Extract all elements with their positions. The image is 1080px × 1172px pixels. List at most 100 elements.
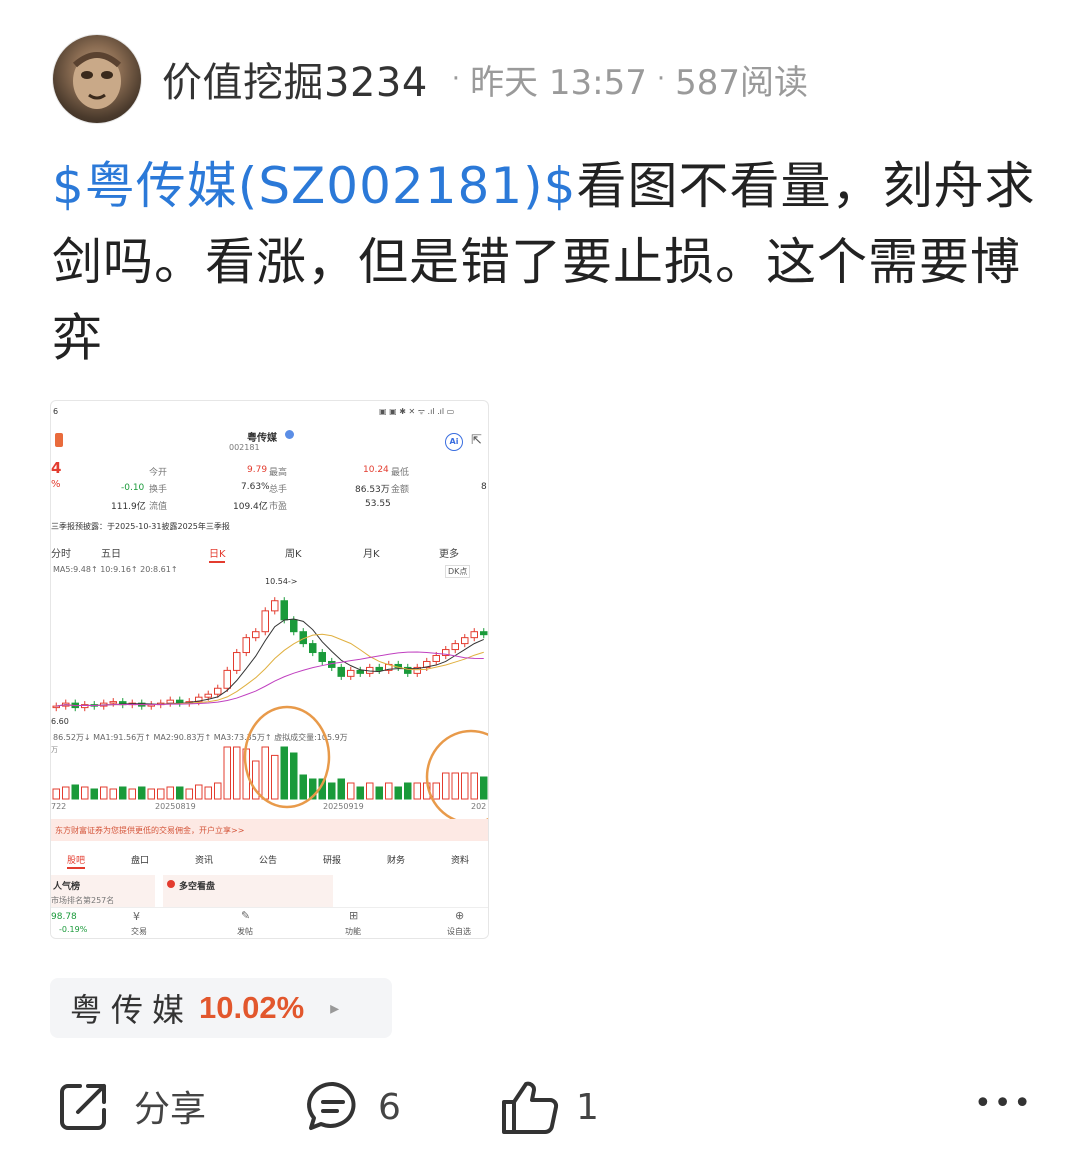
index-pct: -0.19% (59, 925, 88, 934)
duokong-label: 多空看盘 (179, 882, 216, 892)
price-change-pct: % (51, 479, 61, 490)
candle (204, 693, 212, 698)
grid-icon: ⊞ (349, 909, 359, 922)
action-bar: 分享 6 1 ••• (0, 1070, 1080, 1150)
tab-guba[interactable]: 股吧 (67, 853, 85, 866)
candle (309, 643, 317, 654)
like-button[interactable]: 1 (500, 1078, 599, 1136)
nav-trade[interactable]: 交易 (131, 926, 147, 937)
tab-caiwu[interactable]: 财务 (387, 853, 405, 866)
high-value: 10.24 (363, 465, 389, 475)
change-value: -0.10 (121, 483, 145, 493)
candle (280, 600, 288, 621)
float-mv-label: 流值 (149, 502, 168, 512)
active-tab-indicator (67, 867, 85, 869)
last-price: 4 (51, 459, 62, 477)
ma-legend: MA5:9.48↑ 10:9.16↑ 20:8.61↑ (53, 565, 178, 574)
active-tab-indicator (209, 561, 225, 563)
tab-rik[interactable]: 日K (209, 545, 226, 560)
tab-yuek[interactable]: 月K (363, 545, 380, 560)
volume-label: 总手 (269, 485, 288, 495)
like-count: 1 (576, 1086, 599, 1128)
more-icon: ••• (974, 1086, 1034, 1121)
candle (375, 666, 383, 671)
share-button[interactable]: 分享 (56, 1078, 206, 1134)
comment-count: 6 (378, 1086, 401, 1128)
comment-button[interactable]: 6 (304, 1078, 401, 1136)
tab-gonggao[interactable]: 公告 (259, 853, 277, 866)
float-mv-value: 111.9亿 (111, 502, 146, 512)
dk-button[interactable]: DK点 (445, 565, 471, 578)
tab-pankou[interactable]: 盘口 (131, 853, 149, 866)
candle (337, 666, 345, 677)
amount-label: 金额 (391, 485, 410, 495)
peak-price-label: 10.54-> (265, 577, 298, 586)
read-count: 587阅读 (675, 62, 809, 103)
open-label: 今开 (149, 468, 168, 478)
avatar[interactable] (52, 34, 142, 124)
candle (223, 669, 231, 689)
candle (233, 652, 241, 671)
post-image[interactable]: 6 ▣ ▣ ✱ ✕ ᯤ .ıl .ıl ▭ 粤传媒 002181 Ai ⇱ 4 … (50, 400, 489, 939)
duokong-card[interactable]: 多空看盘 (163, 875, 333, 907)
ad-banner[interactable]: 东方财富证券为您提供更低的交易佣金，开户立享>> (51, 819, 488, 841)
thumbs-up-icon (502, 1081, 559, 1135)
candle (271, 600, 279, 612)
candle (252, 631, 260, 639)
stock-tag[interactable]: 粤传媒 10.02% ▸ (50, 978, 392, 1038)
tab-zhouk[interactable]: 周K (285, 545, 302, 560)
candle (214, 687, 222, 695)
compose-icon: ✎ (241, 909, 251, 922)
tab-zixun[interactable]: 资讯 (195, 853, 213, 866)
tab-yanbao[interactable]: 研报 (323, 853, 341, 866)
pe-label: 市盈 (269, 502, 288, 512)
nav-function[interactable]: 功能 (345, 926, 361, 937)
stock-link[interactable]: $粤传媒(SZ002181)$ (52, 157, 577, 215)
candle (461, 637, 469, 645)
annotation-circles (243, 705, 488, 825)
stock-code: 002181 (229, 443, 260, 452)
add-watch-icon: ⊕ (455, 909, 465, 922)
amount-value: 8 (481, 482, 487, 492)
tab-wuri[interactable]: 五日 (101, 545, 121, 560)
share-icon[interactable]: ⇱ (471, 433, 482, 448)
more-button[interactable]: ••• (974, 1086, 1033, 1121)
stock-tag-name: 粤传媒 (70, 991, 194, 1029)
ma5-line (56, 618, 484, 707)
post-time: 昨天 13:57 (470, 62, 647, 103)
author-name[interactable]: 价值挖掘3234 (162, 50, 428, 108)
candle (451, 643, 459, 651)
play-arrow-icon: ▸ (330, 997, 340, 1019)
annotation-circle-left (243, 705, 331, 809)
trade-icon: ¥ (133, 910, 140, 923)
report-notice[interactable]: 三季报预披露：于2025-10-31披露2025年三季报 (51, 521, 230, 532)
app-logo-icon[interactable] (55, 433, 63, 447)
candle (470, 631, 478, 639)
stock-title: 粤传媒 (247, 433, 277, 444)
ma20-line (56, 651, 484, 707)
nav-add-watch[interactable]: 设自选 (447, 926, 471, 937)
pe-value: 53.55 (365, 499, 391, 509)
ai-button[interactable]: Ai (445, 433, 463, 451)
index-value: 98.78 (51, 912, 77, 922)
candle (480, 631, 488, 636)
status-bar-text: 6 (53, 407, 59, 416)
nav-post[interactable]: 发帖 (237, 926, 253, 937)
candle (290, 619, 298, 633)
candle (242, 637, 250, 654)
bottom-nav: 98.78 -0.19% ¥ 交易 ✎ 发帖 ⊞ 功能 ⊕ 设自选 (51, 907, 488, 938)
tab-ziliao[interactable]: 资料 (451, 853, 469, 866)
verified-icon (285, 430, 294, 439)
post-header: 价值挖掘3234 · 昨天 13:57 · 587阅读 (52, 34, 808, 124)
popular-label: 人气榜 (53, 882, 81, 892)
high-label: 最高 (269, 468, 288, 478)
annotation-circle-right (425, 729, 488, 825)
rank-text: 市场排名第257名 (51, 896, 115, 905)
popular-card[interactable]: 人气榜 市场排名第257名 (51, 875, 155, 907)
stock-tag-change: 10.02% (199, 990, 305, 1025)
tab-more[interactable]: 更多 (439, 545, 459, 560)
candle (356, 669, 364, 674)
open-value: 9.79 (247, 465, 268, 475)
tab-fenshi[interactable]: 分时 (51, 545, 71, 560)
ad-text: 东方财富证券为您提供更低的交易佣金，开户立享>> (55, 826, 245, 835)
